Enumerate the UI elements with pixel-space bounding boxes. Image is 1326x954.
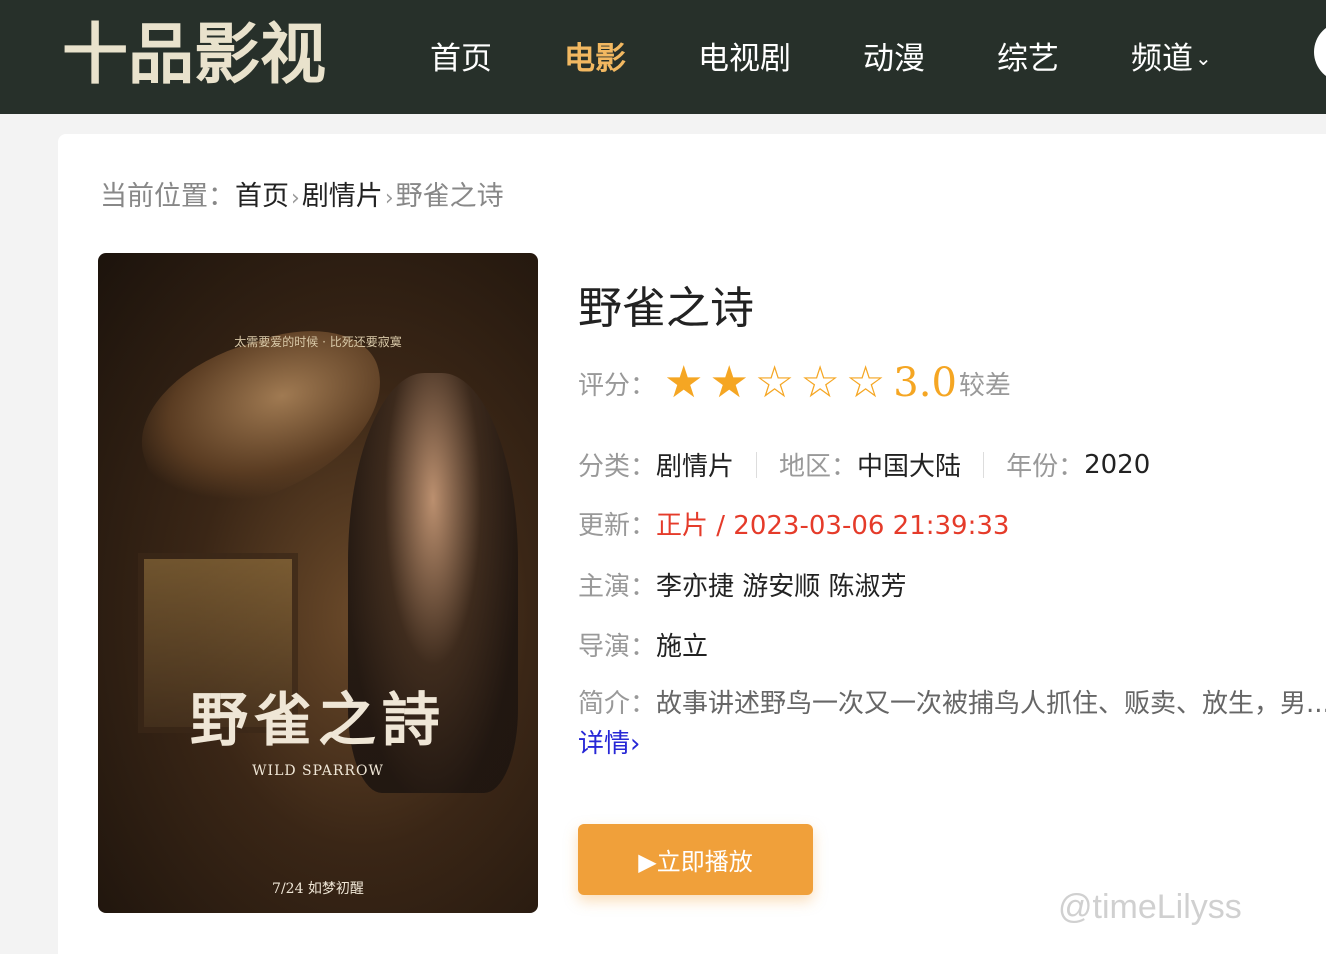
breadcrumb-prefix: 当前位置： (100, 181, 235, 212)
director-label: 导演： (578, 632, 657, 662)
site-header: 十 品 影 视 首页 电影 电视剧 动漫 综艺 频道 ⌄ (0, 0, 1326, 114)
region-value[interactable]: 中国大陆 (857, 446, 961, 483)
category-label: 分类： (578, 452, 657, 482)
breadcrumb-home[interactable]: 首页 (235, 181, 289, 212)
logo-char: 视 (260, 15, 326, 93)
movie-title: 野雀之诗 (578, 283, 754, 334)
poster-credits (128, 803, 508, 863)
nav-item-tv[interactable]: 电视剧 (698, 33, 791, 78)
nav-item-home[interactable]: 首页 (430, 33, 492, 78)
poster-cn-title: 野雀之詩 (189, 686, 446, 754)
cast-row: 主演： 李亦捷 游安顺 陈淑芳 (578, 566, 907, 603)
year-label: 年份： (1006, 452, 1085, 482)
search-button[interactable] (1314, 22, 1326, 82)
rating-word: 较差 (958, 370, 1011, 401)
breadcrumb: 当前位置：首页›剧情片›野雀之诗 (100, 174, 504, 213)
meta-row: 分类： 剧情片 地区： 中国大陆 年份： 2020 (578, 446, 1150, 483)
synopsis-text: 故事讲述野鸟一次又一次被捕鸟人抓住、贩卖、放生，男... (656, 689, 1326, 719)
divider (983, 451, 985, 478)
logo-char: 品 (128, 15, 194, 93)
site-logo[interactable]: 十 品 影 视 (62, 14, 326, 94)
rating-stars: ★ ★ ☆ ☆ ☆ (664, 361, 891, 405)
nav-item-variety[interactable]: 综艺 (997, 33, 1059, 78)
synopsis-label: 简介： (578, 689, 657, 719)
nav-item-anime[interactable]: 动漫 (863, 33, 925, 78)
synopsis-more-link[interactable]: 详情› (578, 729, 640, 759)
movie-poster[interactable]: 太需要爱的时候 · 比死还要寂寞 野雀之詩 WILD SPARROW 7/24 … (98, 253, 538, 913)
logo-char: 十 (62, 15, 128, 93)
chevron-down-icon: ⌄ (1195, 45, 1212, 70)
category-value[interactable]: 剧情片 (656, 446, 734, 483)
region-label: 地区： (779, 452, 858, 482)
update-row: 更新： 正片 / 2023-03-06 21:39:33 (578, 505, 1009, 542)
year-value[interactable]: 2020 (1084, 450, 1150, 480)
breadcrumb-separator-icon: › (384, 186, 394, 211)
synopsis: 简介：故事讲述野鸟一次又一次被捕鸟人抓住、贩卖、放生，男... 详情› (578, 684, 1326, 764)
watermark: @timeLilyss (1058, 888, 1242, 926)
update-label: 更新： (578, 511, 657, 541)
star-empty-icon: ☆ (754, 357, 795, 408)
breadcrumb-category[interactable]: 剧情片 (302, 181, 383, 212)
star-empty-icon: ☆ (800, 357, 840, 408)
update-value: 正片 / 2023-03-06 21:39:33 (656, 511, 1010, 541)
breadcrumb-separator-icon: › (291, 186, 300, 211)
director-value[interactable]: 施立 (656, 626, 708, 663)
cast-label: 主演： (578, 572, 657, 602)
play-button[interactable]: ▶立即播放 (578, 824, 813, 895)
rating-label: 评分： (578, 370, 657, 401)
rating-row: 评分： ★ ★ ☆ ☆ ☆ 3.0 较差 (578, 360, 1011, 406)
poster-release-date: 7/24 如梦初醒 (272, 881, 364, 897)
poster-en-title: WILD SPARROW (252, 763, 384, 779)
director-row: 导演： 施立 (578, 626, 708, 663)
rating-score: 3.0 (893, 360, 957, 406)
nav-item-channels-label: 频道 (1131, 40, 1193, 77)
star-filled-icon: ★ (664, 357, 704, 408)
star-filled-icon: ★ (709, 357, 749, 408)
logo-char: 影 (194, 15, 260, 93)
divider (756, 451, 758, 478)
breadcrumb-current: 野雀之诗 (395, 181, 504, 212)
nav-item-channels[interactable]: 频道 ⌄ (1131, 33, 1212, 78)
star-empty-icon: ☆ (845, 357, 886, 408)
cast-value[interactable]: 李亦捷 游安顺 陈淑芳 (656, 566, 907, 603)
nav-item-movies[interactable]: 电影 (564, 33, 626, 78)
main-nav: 首页 电影 电视剧 动漫 综艺 频道 ⌄ (430, 0, 1284, 110)
poster-tagline: 太需要爱的时候 · 比死还要寂寞 (234, 335, 402, 349)
